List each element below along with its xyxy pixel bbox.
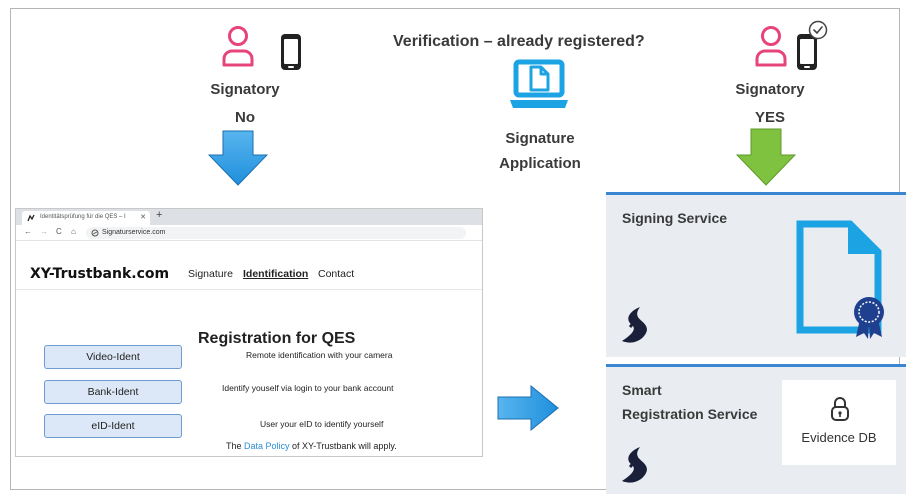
bank-ident-description: Identify youself via login to your bank … xyxy=(222,383,394,393)
data-policy-note: The Data Policy of XY-Trustbank will app… xyxy=(226,441,397,451)
browser-tab-title: Identitätsprüfung für die QES – I xyxy=(40,214,126,220)
laptop-document-icon xyxy=(510,59,568,108)
smartphone-icon xyxy=(281,34,301,70)
application-line2: Application xyxy=(499,155,581,172)
right-signatory-label: Signatory xyxy=(735,81,805,98)
diagram-canvas: Verification – already registered? Signa… xyxy=(0,0,906,494)
evidence-db-box: Evidence DB xyxy=(782,380,896,465)
bank-ident-button[interactable]: Bank-Ident xyxy=(44,380,182,404)
browser-tab-bar: Identitätsprüfung für die QES – I ✕ + xyxy=(16,209,482,225)
nav-link-contact[interactable]: Contact xyxy=(318,268,354,280)
signing-service-panel: Signing Service xyxy=(606,192,906,357)
registration-title: Registration for QES xyxy=(198,330,356,347)
signature-favicon-icon xyxy=(27,214,35,222)
reload-icon[interactable]: C xyxy=(56,227,62,236)
new-tab-icon[interactable]: + xyxy=(156,209,162,221)
application-line1: Signature xyxy=(505,130,575,147)
right-signatory-answer: YES xyxy=(754,109,785,126)
video-ident-button[interactable]: Video-Ident xyxy=(44,345,182,369)
browser-tab[interactable]: Identitätsprüfung für die QES – I ✕ xyxy=(22,211,150,225)
eid-ident-button[interactable]: eID-Ident xyxy=(44,414,182,438)
verified-smartphone-icon xyxy=(797,20,828,70)
person-icon xyxy=(222,26,254,67)
eid-ident-description: User your eID to identify yourself xyxy=(260,419,384,429)
policy-prefix: The xyxy=(226,441,245,451)
header-question: Verification – already registered? xyxy=(393,33,645,50)
browser-address-bar: ← → C ⌂ Signaturservice.com xyxy=(16,225,482,241)
person-icon xyxy=(755,26,787,67)
url-text: Signaturservice.com xyxy=(102,229,166,236)
browser-window: Identitätsprüfung für die QES – I ✕ + ← … xyxy=(15,208,483,457)
smart-registration-title-line2: Registration Service xyxy=(622,406,758,422)
smart-registration-title-line1: Smart xyxy=(622,382,662,398)
lock-icon xyxy=(831,397,849,421)
url-field[interactable]: Signaturservice.com xyxy=(86,227,466,239)
site-info-icon xyxy=(91,229,99,237)
policy-suffix: of XY-Trustbank will apply. xyxy=(289,441,397,451)
forward-arrow-icon[interactable]: → xyxy=(40,227,48,236)
site-logo[interactable]: XY-Trustbank.com xyxy=(30,266,169,282)
left-signatory-answer: No xyxy=(235,109,255,126)
data-policy-link[interactable]: Data Policy xyxy=(244,441,290,451)
evidence-db-label: Evidence DB xyxy=(801,430,877,445)
left-signatory-label: Signatory xyxy=(210,81,280,98)
down-arrow-blue xyxy=(208,130,268,186)
nav-link-identification[interactable]: Identification xyxy=(243,268,308,280)
trust-service-logo-icon xyxy=(622,307,647,343)
trust-service-logo-icon xyxy=(622,447,647,483)
close-tab-icon[interactable]: ✕ xyxy=(140,213,146,221)
down-arrow-green xyxy=(736,128,796,186)
home-icon[interactable]: ⌂ xyxy=(71,227,76,236)
certificate-seal-icon xyxy=(854,297,884,339)
back-arrow-icon[interactable]: ← xyxy=(24,227,32,236)
right-arrow-blue xyxy=(497,385,559,431)
signing-service-title: Signing Service xyxy=(622,210,728,226)
divider xyxy=(16,289,482,290)
video-ident-description: Remote identification with your camera xyxy=(246,350,393,360)
nav-link-signature[interactable]: Signature xyxy=(188,268,233,280)
